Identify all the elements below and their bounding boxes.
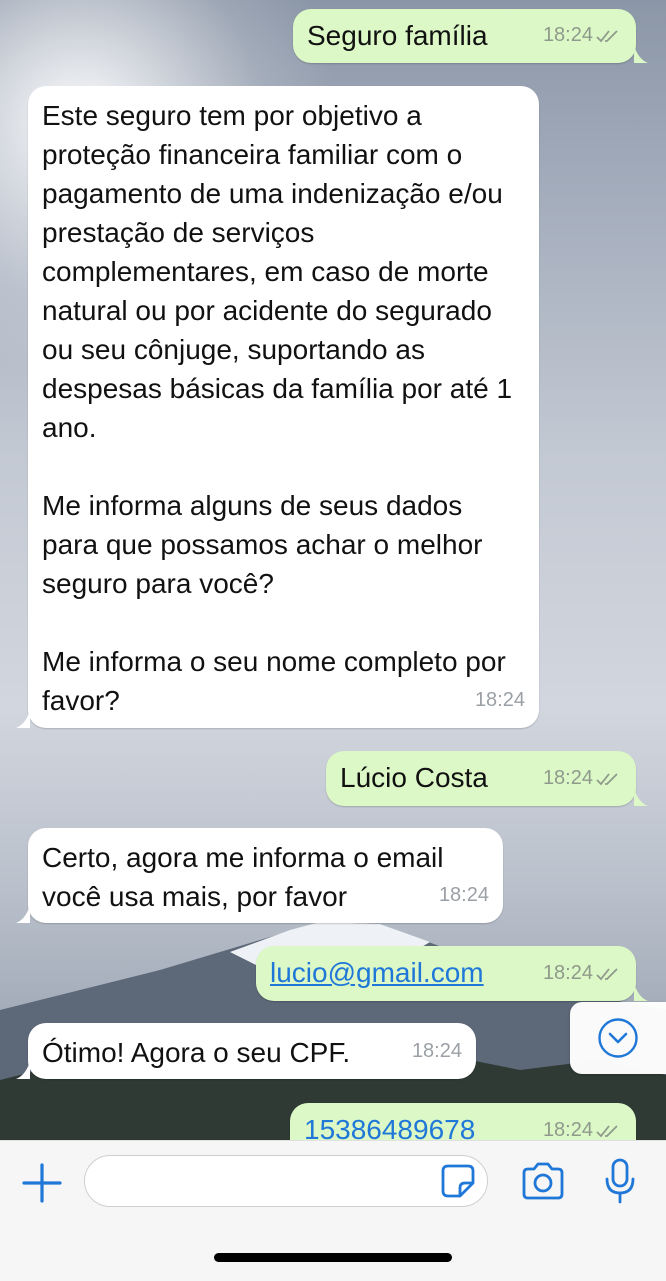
microphone-icon[interactable]: [602, 1157, 638, 1205]
message-text: Certo, agora me informa o email você usa…: [42, 842, 452, 912]
bubble-tail: [16, 1061, 30, 1079]
bubble-tail: [634, 45, 648, 63]
read-receipt-icon: [596, 29, 618, 42]
message-input[interactable]: [84, 1155, 488, 1207]
message-time: 18:24: [542, 1119, 593, 1140]
bubble-tail: [634, 788, 648, 806]
message-time: 18:24: [542, 24, 593, 46]
plus-icon[interactable]: [20, 1161, 64, 1205]
scroll-to-bottom-button[interactable]: [570, 1002, 666, 1074]
message-time: 18:24: [542, 767, 593, 789]
message-bubble-outgoing[interactable]: Lúcio Costa 18:24: [326, 751, 648, 806]
message-composer: [0, 1140, 666, 1281]
bubble-tail: [634, 983, 648, 1001]
message-text: Este seguro tem por objetivo a proteção …: [42, 100, 513, 716]
message-bubble-incoming[interactable]: Ótimo! Agora o seu CPF. 18:24: [16, 1023, 476, 1079]
read-receipt-icon: [596, 1124, 618, 1137]
message-meta: 18:24: [475, 681, 525, 720]
message-time: 18:24: [411, 1040, 462, 1062]
message-meta: 18:24: [543, 954, 622, 993]
message-time: 18:24: [438, 884, 489, 906]
bubble-tail: [16, 710, 30, 728]
read-receipt-icon: [596, 967, 618, 980]
message-meta: 18:24: [543, 759, 622, 798]
message-bubble-incoming[interactable]: Certo, agora me informa o email você usa…: [16, 828, 503, 923]
message-meta: 18:24: [543, 1111, 622, 1140]
sticker-icon[interactable]: [440, 1163, 476, 1199]
message-time: 18:24: [474, 689, 525, 711]
bubble-tail: [16, 905, 30, 923]
message-text: Ótimo! Agora o seu CPF.: [42, 1037, 351, 1068]
message-list[interactable]: Seguro família 18:24 Este seguro tem por…: [0, 0, 666, 1140]
message-bubble-outgoing[interactable]: lucio@gmail.com 18:24: [256, 946, 648, 1001]
home-indicator: [214, 1253, 452, 1262]
message-bubble-outgoing[interactable]: Seguro família 18:24: [293, 9, 648, 63]
read-receipt-icon: [596, 772, 618, 785]
message-meta: 18:24: [412, 1032, 462, 1071]
message-bubble-outgoing[interactable]: 15386489678 18:24: [290, 1103, 636, 1140]
chevron-down-icon: [598, 1018, 638, 1058]
message-meta: 18:24: [543, 16, 622, 55]
message-time: 18:24: [542, 962, 593, 984]
message-meta: 18:24: [439, 876, 489, 915]
message-bubble-incoming[interactable]: Este seguro tem por objetivo a proteção …: [16, 86, 539, 728]
camera-icon[interactable]: [520, 1161, 566, 1201]
